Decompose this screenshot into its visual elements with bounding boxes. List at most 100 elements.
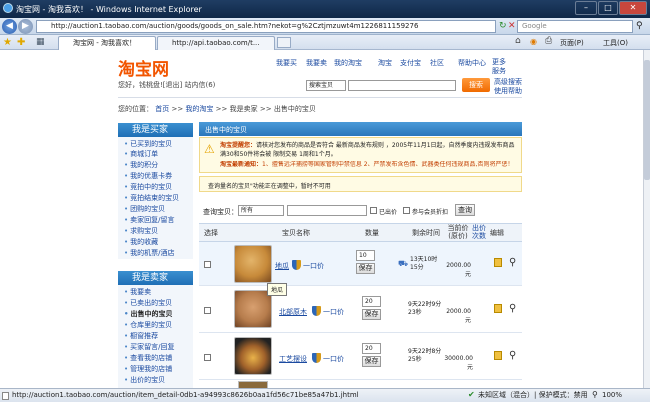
qty-input[interactable]: 20	[362, 296, 381, 307]
query-select[interactable]: 所有	[238, 205, 284, 216]
query-button[interactable]: 查询	[455, 204, 475, 216]
sidebar-item-groupbuy[interactable]: 团购的宝贝	[124, 204, 165, 214]
sidebar-item-on-sale[interactable]: 出售中的宝贝	[124, 309, 172, 319]
product-name[interactable]: 工艺摆设	[279, 354, 307, 364]
tools-menu[interactable]: 工具(O)	[603, 38, 628, 48]
sidebar-item-bought[interactable]: 已买到的宝贝	[124, 139, 172, 149]
maximize-button[interactable]: □	[598, 1, 618, 15]
table-row: 地瓜 一口价 10 保存 ⛟ 13天10时15分 2000.00元 ⚲	[199, 242, 522, 286]
print-icon[interactable]: ⎙	[545, 36, 552, 46]
query-label: 查询宝贝：	[203, 208, 238, 216]
magnifier-icon[interactable]: ⚲	[509, 303, 516, 314]
site-search-input[interactable]	[348, 80, 456, 91]
nav-help[interactable]: 帮助中心	[458, 58, 486, 68]
zone-icon: ✔	[468, 390, 475, 399]
product-name[interactable]: 北部原木	[279, 307, 307, 317]
home-icon[interactable]: ⌂	[515, 36, 521, 46]
nav-taobao[interactable]: 淘宝	[378, 58, 392, 68]
product-image[interactable]	[234, 337, 272, 375]
security-zone[interactable]: 未知区域（混合）| 保护模式：禁用	[478, 389, 588, 401]
bid-checkbox[interactable]	[370, 207, 377, 214]
search-icon[interactable]: ⚲	[636, 21, 643, 31]
zoom-icon[interactable]: ⚲	[592, 389, 598, 401]
nav-alipay[interactable]: 支付宝	[400, 58, 421, 68]
new-tab-button[interactable]	[277, 37, 291, 48]
product-name[interactable]: 地瓜	[275, 261, 289, 271]
tab-taobao[interactable]: 淘宝网 - 淘我喜欢！	[58, 36, 156, 50]
site-search-button[interactable]: 搜索	[462, 78, 490, 92]
sidebar-item-view-shop[interactable]: 查看我的店铺	[124, 353, 172, 363]
search-category-select[interactable]: 搜索宝贝	[306, 80, 346, 91]
back-button[interactable]: ◀	[2, 19, 17, 34]
usage-help-link[interactable]: 使用帮助	[494, 86, 522, 96]
minimize-button[interactable]: –	[575, 1, 597, 15]
edit-icon[interactable]	[494, 351, 502, 360]
sidebar-item-points[interactable]: 我的积分	[124, 160, 158, 170]
breadcrumb-mytaobao[interactable]: 我的淘宝	[185, 105, 213, 113]
close-button[interactable]: ✕	[619, 1, 647, 15]
qty-input[interactable]: 10	[356, 250, 375, 261]
edit-icon[interactable]	[494, 258, 502, 267]
notice-line-1: 淘宝提醒您：请核对您发布的商品是否符合 最新商品发布规则 ，2005年11月1日…	[220, 141, 518, 159]
scrollbar-thumb[interactable]	[644, 60, 650, 180]
sidebar-item-tickets[interactable]: 我的机票/酒店	[124, 248, 174, 258]
breadcrumb-home[interactable]: 首页	[155, 105, 169, 113]
save-button[interactable]: 保存	[356, 263, 375, 274]
table-row: 地瓜 北部原木 一口价 20 保存 9天22时9分23秒 2000.00元 ⚲	[199, 283, 522, 333]
sidebar-item-favorites[interactable]: 我的收藏	[124, 237, 158, 247]
price-type: 一口价	[303, 262, 324, 270]
save-button[interactable]: 保存	[362, 309, 381, 320]
qty-input[interactable]: 20	[362, 343, 381, 354]
nav-mytaobao[interactable]: 我的淘宝	[334, 58, 362, 68]
sidebar-item-showcase[interactable]: 橱窗推荐	[124, 331, 158, 341]
sidebar-item-manage-shop[interactable]: 管理我的店铺	[124, 364, 172, 374]
vertical-scrollbar[interactable]	[643, 50, 650, 388]
forward-button[interactable]: ▶	[18, 19, 33, 34]
sidebar-item-bidded[interactable]: 出价的宝贝	[124, 375, 165, 385]
row-checkbox[interactable]	[204, 261, 211, 268]
nav-more[interactable]: 更多服务	[492, 58, 512, 76]
address-bar: ◀ ▶ http://auction1.taobao.com/auction/g…	[0, 18, 650, 35]
seller-section-title: 我是卖家	[132, 273, 169, 283]
sidebar-item-bidding[interactable]: 竞拍中的宝贝	[124, 182, 172, 192]
product-image[interactable]	[238, 381, 268, 388]
tab-list-icon[interactable]: ▦	[36, 37, 45, 47]
time-left: 9天22时8分25秒	[408, 348, 442, 363]
tab-api[interactable]: http://api.taobao.com/t...	[157, 36, 275, 50]
title-bar: 淘宝网 - 淘我喜欢！ - Windows Internet Explorer …	[0, 0, 650, 18]
sidebar-item-wanted[interactable]: 求购宝贝	[124, 226, 158, 236]
sidebar-item-sold[interactable]: 已卖出的宝贝	[124, 298, 172, 308]
sidebar-item-buyer-messages[interactable]: 买家留言/回复	[124, 342, 174, 352]
member-discount-checkbox[interactable]	[403, 207, 410, 214]
save-button[interactable]: 保存	[362, 356, 381, 367]
nav-community[interactable]: 社区	[430, 58, 444, 68]
member-discount-label: 参与会员折扣	[412, 209, 449, 216]
edit-icon[interactable]	[494, 304, 502, 313]
refresh-icon[interactable]: ↻	[499, 21, 507, 31]
sidebar-item-sell[interactable]: 我要卖	[124, 287, 151, 297]
stop-icon[interactable]: ✕	[508, 21, 516, 31]
query-input[interactable]	[287, 205, 367, 216]
row-checkbox[interactable]	[204, 307, 211, 314]
sidebar-item-warehouse[interactable]: 仓库里的宝贝	[124, 320, 172, 330]
url-field[interactable]: http://auction1.taobao.com/auction/goods…	[36, 20, 496, 33]
nav-sell[interactable]: 我要卖	[306, 58, 327, 68]
sidebar-item-mall-orders[interactable]: 商城订单	[124, 149, 158, 159]
product-image[interactable]	[234, 245, 272, 283]
sidebar-item-bid-ended[interactable]: 竞拍结束的宝贝	[124, 193, 179, 203]
sidebar-item-coupons[interactable]: 我的优惠卡券	[124, 171, 172, 181]
sidebar-item-seller-replies[interactable]: 卖家回复/留言	[124, 215, 174, 225]
magnifier-icon[interactable]: ⚲	[509, 350, 516, 361]
search-input[interactable]: Google	[517, 20, 633, 33]
taobao-logo[interactable]: 淘宝网	[118, 55, 169, 80]
magnifier-icon[interactable]: ⚲	[509, 257, 516, 268]
page-menu[interactable]: 页面(P)	[560, 38, 584, 48]
feeds-icon[interactable]: ◉	[530, 37, 537, 46]
status-bar: http://auction1.taobao.com/auction/item_…	[0, 388, 650, 402]
nav-buy[interactable]: 我要买	[276, 58, 297, 68]
truck-icon: ⛟	[398, 259, 409, 268]
row-checkbox[interactable]	[204, 354, 211, 361]
add-favorites-icon[interactable]: ✚	[17, 37, 25, 48]
favorites-star-icon[interactable]: ★	[3, 37, 12, 48]
zoom-level[interactable]: 100%	[602, 389, 622, 401]
